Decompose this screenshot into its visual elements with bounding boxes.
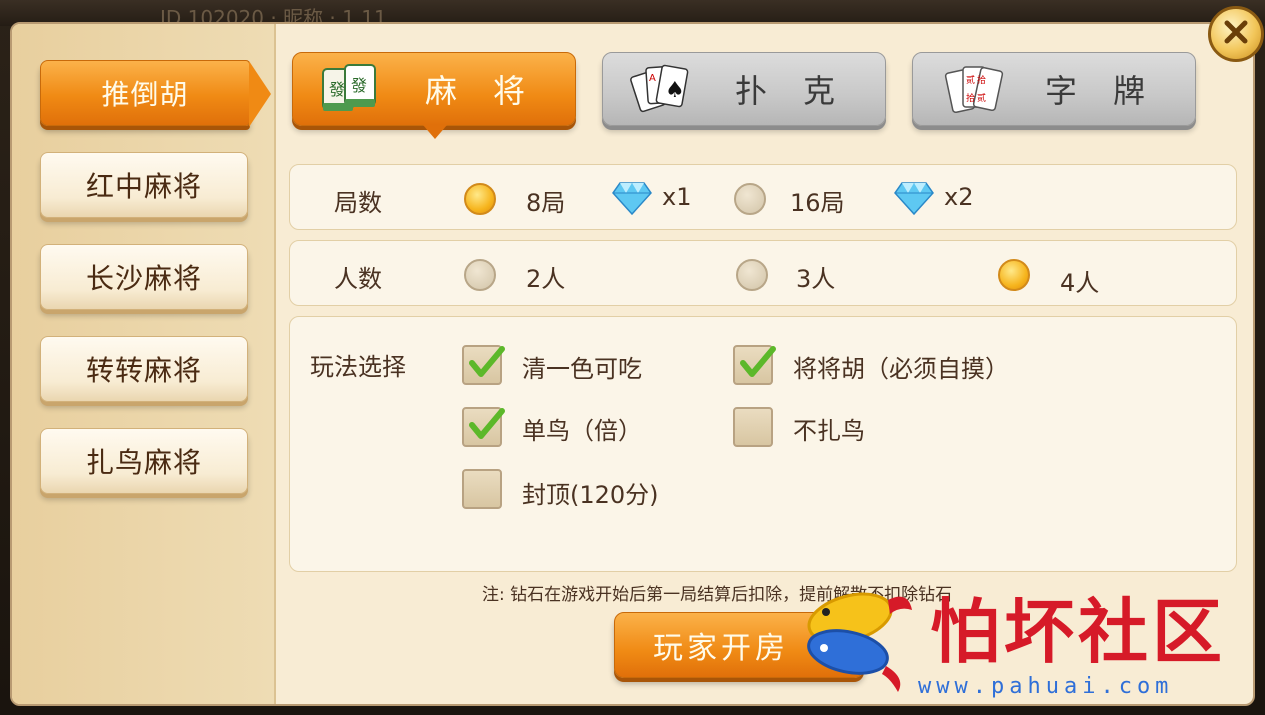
sidebar-item-changsha[interactable]: 长沙麻将 <box>40 244 248 310</box>
sidebar-item-hongzhong[interactable]: 红中麻将 <box>40 152 248 218</box>
rounds-8-radio[interactable] <box>464 183 496 215</box>
sidebar-item-zhuanzhuan[interactable]: 转转麻将 <box>40 336 248 402</box>
rule-buzhaniao-checkbox[interactable] <box>733 407 773 447</box>
svg-text:贰拾: 贰拾 <box>966 74 988 86</box>
watermark-title: 怕坏社区 <box>930 590 1226 673</box>
rounds-16-cost: x2 <box>944 183 974 211</box>
tab-poker[interactable]: ♠ A 扑 克 <box>602 52 886 126</box>
site-watermark: 怕坏社区 www.pahuai.com <box>790 570 1260 710</box>
svg-text:發: 發 <box>351 76 369 95</box>
players-3-radio[interactable] <box>736 259 768 291</box>
rounds-8-cost: x1 <box>662 183 692 211</box>
sidebar-item-label: 推倒胡 <box>101 78 189 111</box>
rule-jiangjianghu-checkbox[interactable] <box>733 345 776 385</box>
sidebar-item-label: 红中麻将 <box>85 170 202 203</box>
rule-danniao-checkbox[interactable] <box>462 407 505 447</box>
sidebar-item-label: 扎鸟麻将 <box>85 446 202 479</box>
diamond-icon <box>894 181 934 216</box>
svg-text:發: 發 <box>329 80 347 99</box>
rounds-16-text: 16局 <box>790 189 845 217</box>
tab-word-cards[interactable]: 贰拾 拾贰 字 牌 <box>912 52 1196 126</box>
create-room-label: 玩家开房 <box>653 631 789 666</box>
sidebar-item-label: 长沙麻将 <box>85 262 202 295</box>
svg-text:拾贰: 拾贰 <box>966 92 988 104</box>
rule-fengding-checkbox[interactable] <box>462 469 502 509</box>
watermark-logo-icon <box>790 570 920 704</box>
word-cards-icon: 贰拾 拾贰 <box>937 59 1007 119</box>
close-icon <box>1222 18 1250 50</box>
players-label: 人数 <box>334 265 382 293</box>
watermark-url: www.pahuai.com <box>918 674 1174 699</box>
sidebar-item-zhaniao[interactable]: 扎鸟麻将 <box>40 428 248 494</box>
rule-buzhaniao-text: 不扎鸟 <box>793 417 865 445</box>
tab-label: 扑 克 <box>734 72 837 110</box>
players-4-radio[interactable] <box>998 259 1030 291</box>
players-2-text: 2人 <box>526 265 566 293</box>
svg-text:♠: ♠ <box>665 78 687 103</box>
players-4-text: 4人 <box>1060 269 1100 297</box>
tab-label: 字 牌 <box>1044 72 1147 110</box>
rounds-8-text: 8局 <box>526 189 566 217</box>
tab-label: 麻 将 <box>424 72 527 110</box>
rule-jiangjianghu-text: 将将胡（必须自摸） <box>793 355 1009 383</box>
tab-mahjong[interactable]: 發 發 麻 将 <box>292 52 576 139</box>
sidebar-item-label: 转转麻将 <box>85 354 202 387</box>
players-3-text: 3人 <box>796 265 836 293</box>
rounds-row: 局数 8局 x1 16局 x2 <box>289 164 1237 230</box>
playing-cards-icon: ♠ A <box>627 59 697 119</box>
rule-fengding-text: 封顶(120分) <box>522 481 659 509</box>
mahjong-tile-icon: 發 發 <box>317 59 387 119</box>
game-mode-sidebar: 推倒胡 红中麻将 长沙麻将 转转麻将 扎鸟麻将 <box>12 24 276 704</box>
rules-label: 玩法选择 <box>310 353 406 381</box>
svg-text:A: A <box>649 73 658 84</box>
close-button[interactable] <box>1208 6 1264 62</box>
rule-qingyise-text: 清一色可吃 <box>522 355 642 383</box>
rule-danniao-text: 单鸟（倍） <box>522 417 642 445</box>
rule-qingyise-checkbox[interactable] <box>462 345 505 385</box>
rules-box: 玩法选择 清一色可吃 将将胡（必须自摸） 单鸟（倍） 不扎鸟 封顶(120分) <box>289 316 1237 572</box>
rounds-label: 局数 <box>334 189 382 217</box>
players-row: 人数 2人 3人 4人 <box>289 240 1237 306</box>
sidebar-item-tuidaohu[interactable]: 推倒胡 <box>40 60 271 127</box>
rounds-16-radio[interactable] <box>734 183 766 215</box>
diamond-icon <box>612 181 652 216</box>
players-2-radio[interactable] <box>464 259 496 291</box>
